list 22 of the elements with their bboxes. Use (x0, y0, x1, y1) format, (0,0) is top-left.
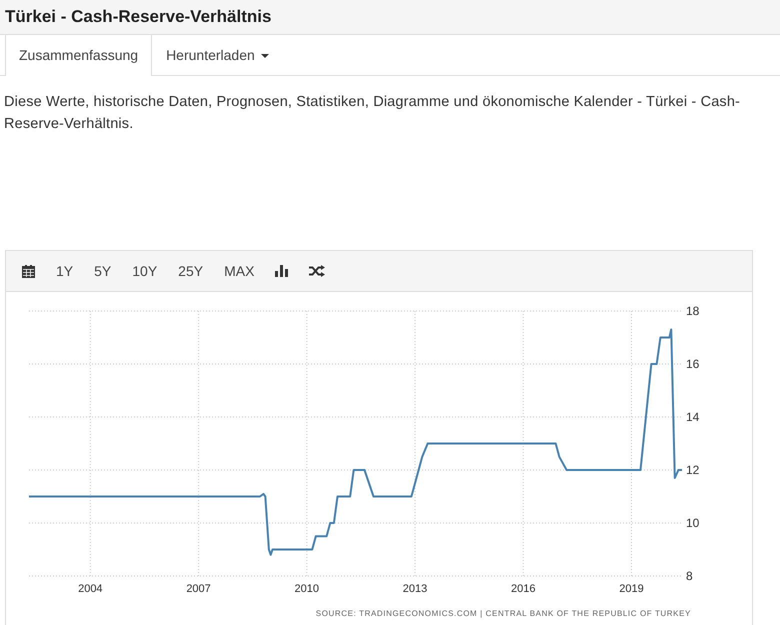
x-tick-label: 2010 (294, 583, 320, 595)
range-button[interactable]: 10Y (124, 256, 166, 286)
range-button[interactable]: 25Y (170, 256, 212, 286)
range-button[interactable]: MAX (216, 256, 262, 286)
x-tick-label: 2016 (511, 583, 536, 595)
x-tick-label: 2007 (186, 583, 211, 595)
description-text: Diese Werte, historische Daten, Prognosen, Statistiken, Diagramme und ökonomische Kalender - Türkei - Cash-Reserve-Verhältnis. (3, 93, 742, 134)
y-tick-label: 12 (686, 463, 700, 477)
y-tick-label: 8 (686, 569, 693, 583)
range-button[interactable]: 1Y (48, 256, 82, 286)
tab[interactable]: Herunterladen (152, 35, 283, 76)
y-tick-label: 16 (686, 357, 700, 371)
y-tick-label: 14 (686, 410, 700, 424)
range-button[interactable]: 5Y (86, 256, 120, 286)
page-title: Türkei - Cash-Reserve-Verhältnis (5, 6, 272, 28)
x-tick-label: 2004 (78, 583, 103, 595)
tab[interactable]: Zusammenfassung (5, 35, 152, 76)
x-tick-label: 2019 (619, 583, 644, 595)
source-text: SOURCE: TRADINGECONOMICS.COM | CENTRAL BANK OF THE REPUBLIC OF TURKEY (316, 609, 691, 618)
y-tick-label: 10 (686, 516, 700, 530)
x-tick-label: 2013 (402, 583, 428, 595)
y-tick-label: 18 (686, 304, 700, 318)
